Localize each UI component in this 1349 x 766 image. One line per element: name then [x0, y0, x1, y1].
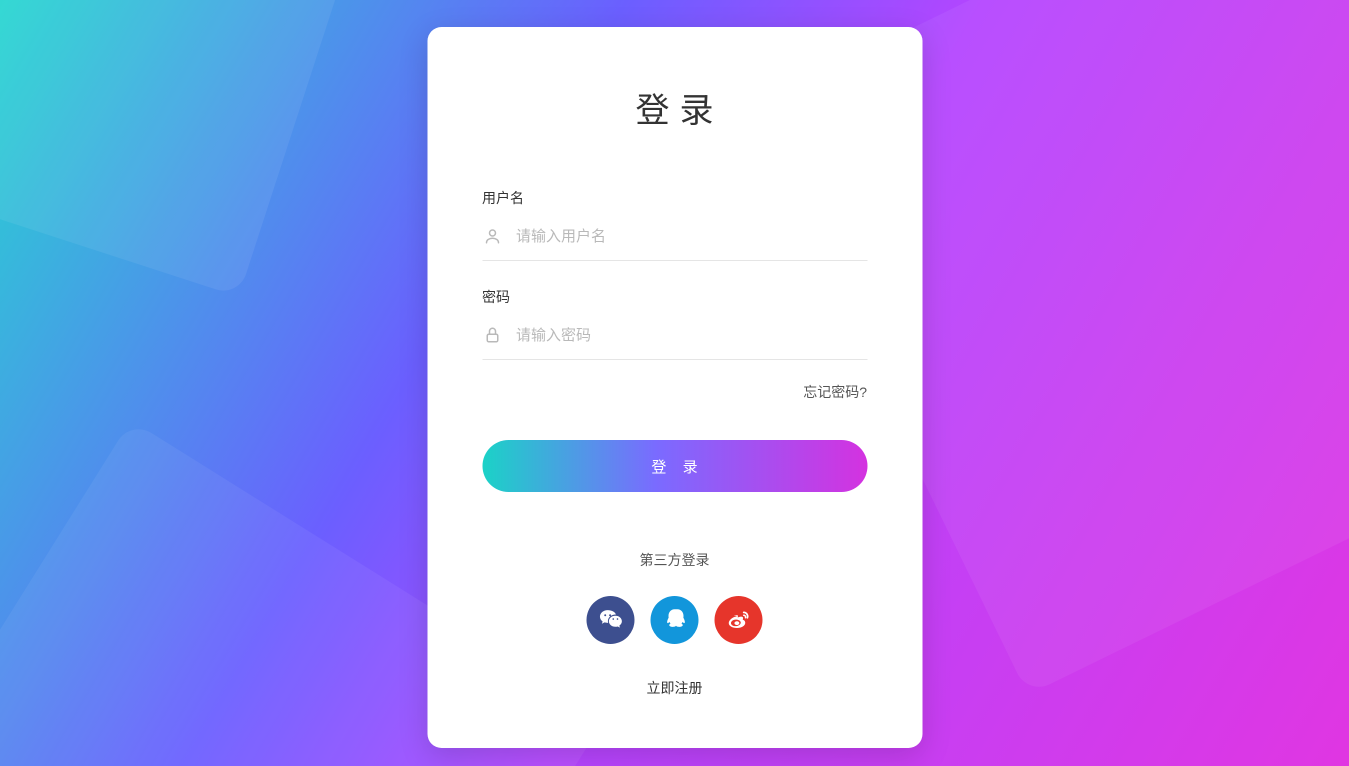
lock-icon	[482, 325, 502, 345]
username-input[interactable]	[516, 228, 867, 245]
login-button[interactable]: 登 录	[482, 440, 867, 492]
page-title: 登录	[482, 83, 867, 132]
username-input-wrap	[482, 214, 867, 261]
username-label: 用户名	[482, 188, 867, 208]
wechat-login-button[interactable]	[587, 596, 635, 644]
login-card: 登录 用户名 密码 忘记密码? 登 录 第三方登录	[427, 27, 922, 748]
password-label: 密码	[482, 287, 867, 307]
social-login-row	[482, 596, 867, 644]
forgot-password-link[interactable]: 忘记密码?	[803, 384, 867, 400]
password-field-group: 密码	[482, 287, 867, 360]
qq-login-button[interactable]	[651, 596, 699, 644]
password-input[interactable]	[516, 327, 867, 344]
bg-shape	[0, 0, 399, 297]
user-icon	[482, 226, 502, 246]
username-field-group: 用户名	[482, 188, 867, 261]
register-link[interactable]: 立即注册	[482, 678, 867, 698]
weibo-icon	[727, 607, 751, 634]
password-input-wrap	[482, 313, 867, 360]
wechat-icon	[598, 606, 624, 635]
third-party-label: 第三方登录	[482, 550, 867, 570]
weibo-login-button[interactable]	[715, 596, 763, 644]
qq-icon	[663, 607, 687, 634]
forgot-row: 忘记密码?	[482, 382, 867, 402]
